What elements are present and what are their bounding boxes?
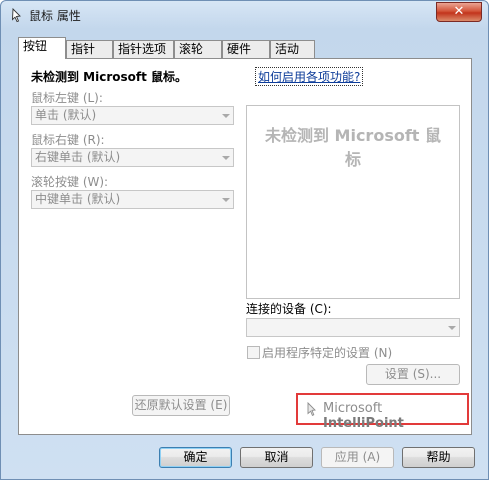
- app-specific-checkbox[interactable]: [247, 346, 260, 359]
- brand-text: Microsoft IntelliPoint: [323, 401, 404, 431]
- tab-pointers[interactable]: 指针: [66, 40, 113, 58]
- title-bar[interactable]: 鼠标 属性 ✕: [1, 1, 488, 29]
- left-button-label: 鼠标左键 (L):: [31, 91, 103, 105]
- tab-pointer-options[interactable]: 指针选项: [113, 40, 174, 58]
- chevron-down-icon: [222, 114, 230, 118]
- connected-device-select[interactable]: [246, 318, 460, 337]
- left-button-select[interactable]: 单击 (默认): [31, 106, 234, 125]
- preview-message: 未检测到 Microsoft 鼠标: [264, 126, 442, 169]
- tab-buttons[interactable]: 按钮: [18, 37, 66, 59]
- tab-wheel[interactable]: 滚轮: [174, 40, 222, 58]
- tab-panel: 未检测到 Microsoft 鼠标。 如何启用各项功能? 鼠标左键 (L): 单…: [18, 58, 472, 435]
- cursor-icon: [307, 402, 316, 416]
- mouse-properties-window: 鼠标 属性 ✕ 按钮 指针 指针选项 滚轮 硬件 活动 未检测到 Microso…: [0, 0, 489, 480]
- app-specific-label: 启用程序特定的设置 (N): [262, 346, 393, 360]
- tab-activity[interactable]: 活动: [270, 40, 315, 58]
- apply-button[interactable]: 应用 (A): [321, 447, 394, 468]
- chevron-down-icon: [222, 156, 230, 160]
- ok-button[interactable]: 确定: [159, 447, 232, 468]
- cancel-button[interactable]: 取消: [240, 447, 313, 468]
- device-preview: 未检测到 Microsoft 鼠标: [246, 105, 460, 299]
- wheel-button-label: 滚轮按键 (W):: [31, 175, 109, 189]
- no-mouse-message: 未检测到 Microsoft 鼠标。: [31, 70, 188, 84]
- right-button-select[interactable]: 右键单击 (默认): [31, 148, 234, 167]
- connected-device-label: 连接的设备 (C):: [246, 302, 332, 316]
- chevron-down-icon: [222, 198, 230, 202]
- tab-hardware[interactable]: 硬件: [222, 40, 270, 58]
- window-title: 鼠标 属性: [29, 9, 81, 23]
- right-button-label: 鼠标右键 (R):: [31, 133, 105, 147]
- settings-button[interactable]: 设置 (S)...: [366, 364, 460, 385]
- close-button[interactable]: ✕: [436, 2, 482, 22]
- chevron-down-icon: [448, 326, 456, 330]
- intellipoint-brand: Microsoft IntelliPoint: [296, 393, 469, 431]
- help-link[interactable]: 如何启用各项功能?: [254, 67, 364, 86]
- help-button[interactable]: 帮助: [402, 447, 475, 468]
- restore-defaults-button[interactable]: 还原默认设置 (E): [132, 395, 230, 416]
- mouse-pointer-icon: [11, 7, 21, 23]
- wheel-button-select[interactable]: 中键单击 (默认): [31, 190, 234, 209]
